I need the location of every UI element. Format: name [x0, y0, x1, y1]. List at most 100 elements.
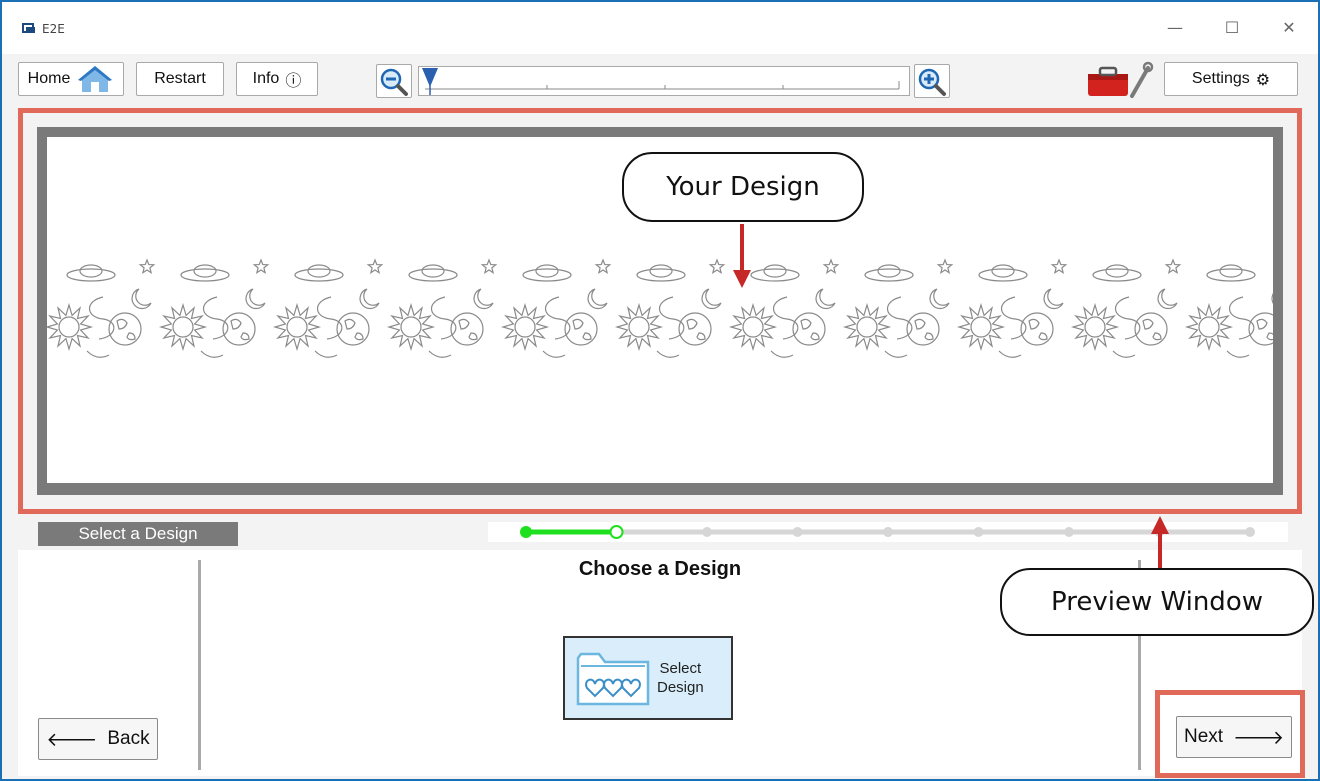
zoom-in-button[interactable] [914, 64, 950, 98]
design-swirl [88, 296, 115, 340]
design-moon [245, 288, 266, 310]
design-saucer [864, 268, 914, 282]
select-design-label-line2: Design [657, 679, 704, 696]
toolbox-button[interactable] [1084, 60, 1154, 100]
design-earth-land [1028, 318, 1048, 341]
progress-step-dot [609, 525, 624, 539]
info-icon: ⓘ [285, 71, 302, 90]
progress-step-dot [1245, 527, 1255, 537]
design-earth-land [458, 318, 478, 341]
design-moon [701, 288, 722, 310]
design-tail [1112, 350, 1136, 358]
design-star [822, 258, 840, 275]
design-saucer [978, 268, 1028, 282]
design-saucer-dome [421, 264, 445, 278]
settings-button[interactable]: Settings ⚙ [1164, 62, 1298, 96]
select-design-label: Select Design [657, 659, 704, 697]
design-moon [359, 288, 380, 310]
design-tail [884, 350, 908, 358]
design-sun [856, 316, 878, 338]
close-button[interactable]: ✕ [1274, 16, 1304, 40]
your-design-callout: Your Design [622, 152, 864, 222]
next-button[interactable]: Next 🡒 [1176, 716, 1292, 758]
restart-button[interactable]: Restart [136, 62, 224, 96]
design-sun-rays [47, 302, 94, 352]
design-swirl [430, 296, 457, 340]
next-arrow-icon: 🡒 [1233, 726, 1285, 749]
step-label: Select a Design [38, 522, 238, 546]
zoom-slider-thumb[interactable] [421, 67, 439, 97]
design-sun [970, 316, 992, 338]
window-title: E2E [42, 22, 65, 36]
design-saucer-dome [1219, 264, 1243, 278]
design-tail [428, 350, 452, 358]
design-saucer [750, 268, 800, 282]
your-design-callout-text: Your Design [666, 172, 820, 202]
settings-label: Settings [1191, 70, 1250, 87]
progress-step-dot [883, 527, 893, 537]
design-sun [1084, 316, 1106, 338]
design-saucer [180, 268, 230, 282]
design-sun-rays [728, 302, 778, 352]
design-saucer-dome [991, 264, 1015, 278]
progress-step-dot [792, 527, 803, 537]
design-moon [131, 288, 152, 310]
design-sun-rays [386, 302, 436, 352]
design-saucer [522, 268, 572, 282]
design-sun-rays [1184, 302, 1234, 352]
design-star [1164, 258, 1182, 275]
design-sun-rays [272, 302, 322, 352]
zoom-out-icon [380, 68, 408, 96]
select-design-label-line1: Select [659, 660, 702, 677]
design-tail [998, 350, 1022, 358]
preview-window-callout-text: Preview Window [1051, 587, 1263, 617]
design-saucer [1092, 268, 1142, 282]
design-swirl [886, 296, 913, 340]
design-saucer-dome [1105, 264, 1129, 278]
your-design-arrow [733, 224, 751, 288]
design-earth-land [572, 318, 592, 341]
design-star [138, 258, 156, 275]
design-sun [286, 316, 308, 338]
zoom-in-icon [918, 68, 946, 96]
info-button[interactable]: Info ⓘ [236, 62, 318, 96]
design-sun [628, 316, 650, 338]
design-moon [587, 288, 608, 310]
design-swirl [772, 296, 799, 340]
design-sun-rays [614, 302, 664, 352]
design-swirl [1114, 296, 1141, 340]
back-label: Back [107, 728, 150, 749]
home-icon [78, 66, 113, 92]
left-divider [198, 560, 201, 770]
design-tail [86, 350, 110, 358]
design-star [252, 258, 270, 275]
back-arrow-icon: 🡐 [46, 728, 98, 751]
design-moon [1157, 288, 1178, 310]
design-swirl [544, 296, 571, 340]
maximize-button[interactable]: ☐ [1217, 16, 1247, 40]
select-design-button[interactable]: Select Design [563, 636, 733, 720]
design-saucer-dome [307, 264, 331, 278]
home-button[interactable]: Home [18, 62, 124, 96]
design-swirl [1000, 296, 1027, 340]
folder-hearts-icon [576, 652, 650, 706]
back-button[interactable]: 🡐 Back [38, 718, 158, 760]
design-star [594, 258, 612, 275]
design-swirl [1228, 296, 1255, 340]
design-earth-land [686, 318, 706, 341]
design-saucer [294, 268, 344, 282]
design-saucer-dome [649, 264, 673, 278]
design-moon [1271, 293, 1273, 304]
zoom-slider-track [425, 81, 900, 90]
home-label: Home [27, 70, 71, 87]
zoom-out-button[interactable] [376, 64, 412, 98]
minimize-button[interactable]: — [1160, 16, 1190, 40]
design-star [480, 258, 498, 275]
design-tail [200, 350, 224, 358]
design-tail [542, 350, 566, 358]
design-saucer-dome [79, 264, 103, 278]
zoom-slider[interactable] [418, 66, 910, 96]
progress-step-dot [702, 527, 712, 537]
design-swirl [658, 296, 685, 340]
design-tail [314, 350, 338, 358]
